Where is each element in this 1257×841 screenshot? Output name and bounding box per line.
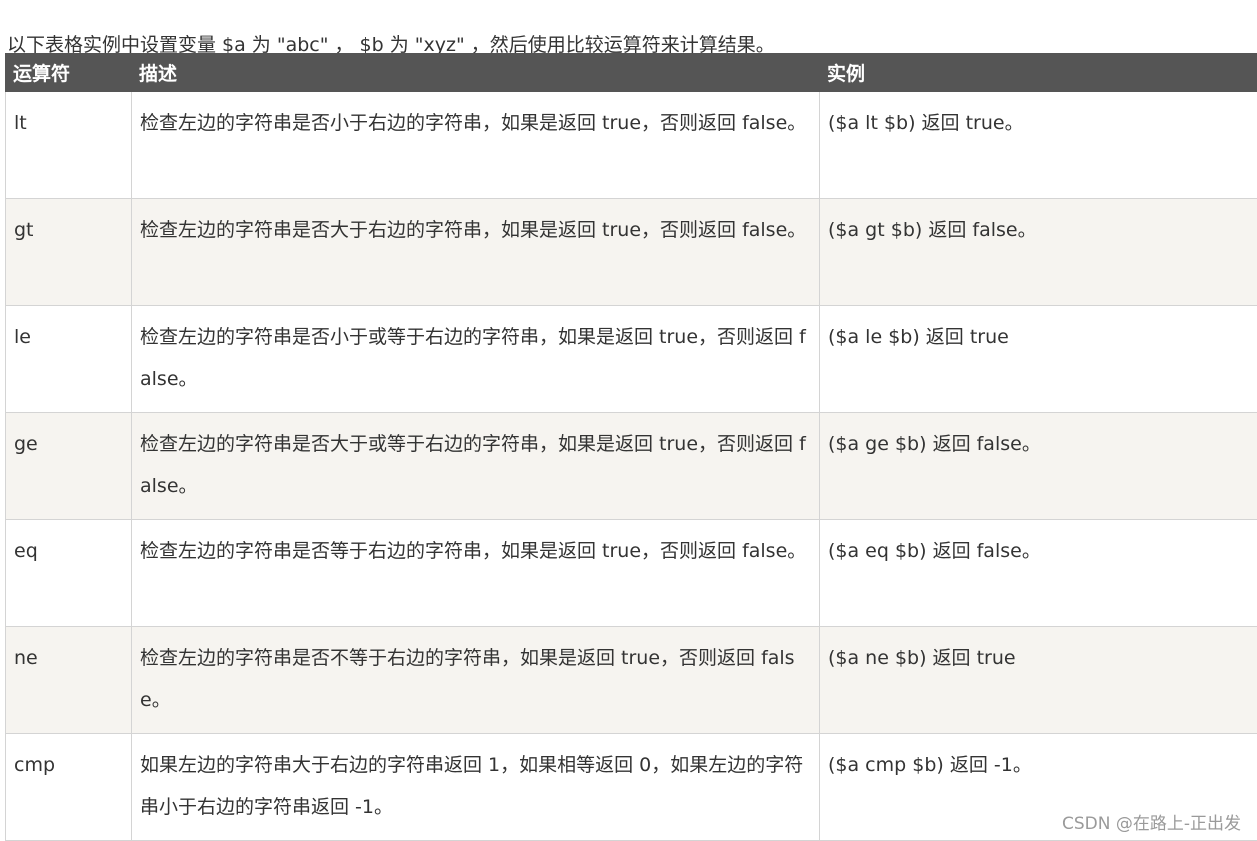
table-row: eq 检查左边的字符串是否等于右边的字符串，如果是返回 true，否则返回 fa…: [6, 520, 1257, 627]
comparison-operators-table: 运算符 描述 实例 lt 检查左边的字符串是否小于右边的字符串，如果是返回 tr…: [5, 53, 1257, 841]
example-cell: ($a eq $b) 返回 false。: [820, 520, 1257, 627]
description-cell: 检查左边的字符串是否大于右边的字符串，如果是返回 true，否则返回 false…: [132, 199, 820, 306]
operator-cell: lt: [6, 92, 132, 199]
operator-cell: ge: [6, 413, 132, 520]
table-row: le 检查左边的字符串是否小于或等于右边的字符串，如果是返回 true，否则返回…: [6, 306, 1257, 413]
header-operator: 运算符: [6, 54, 132, 92]
example-cell: ($a gt $b) 返回 false。: [820, 199, 1257, 306]
example-cell: ($a le $b) 返回 true: [820, 306, 1257, 413]
table-header-row: 运算符 描述 实例: [6, 54, 1257, 92]
description-cell: 检查左边的字符串是否不等于右边的字符串，如果是返回 true，否则返回 fals…: [132, 627, 820, 734]
description-cell: 如果左边的字符串大于右边的字符串返回 1，如果相等返回 0，如果左边的字符串小于…: [132, 734, 820, 841]
description-cell: 检查左边的字符串是否大于或等于右边的字符串，如果是返回 true，否则返回 fa…: [132, 413, 820, 520]
description-cell: 检查左边的字符串是否小于或等于右边的字符串，如果是返回 true，否则返回 fa…: [132, 306, 820, 413]
description-cell: 检查左边的字符串是否小于右边的字符串，如果是返回 true，否则返回 false…: [132, 92, 820, 199]
operator-cell: gt: [6, 199, 132, 306]
operator-cell: ne: [6, 627, 132, 734]
table-row: lt 检查左边的字符串是否小于右边的字符串，如果是返回 true，否则返回 fa…: [6, 92, 1257, 199]
example-cell: ($a ne $b) 返回 true: [820, 627, 1257, 734]
example-cell: ($a lt $b) 返回 true。: [820, 92, 1257, 199]
watermark: CSDN @在路上-正出发: [1062, 809, 1241, 834]
header-example: 实例: [820, 54, 1257, 92]
table-row: ge 检查左边的字符串是否大于或等于右边的字符串，如果是返回 true，否则返回…: [6, 413, 1257, 520]
operator-cell: le: [6, 306, 132, 413]
table-row: ne 检查左边的字符串是否不等于右边的字符串，如果是返回 true，否则返回 f…: [6, 627, 1257, 734]
operator-cell: eq: [6, 520, 132, 627]
description-cell: 检查左边的字符串是否等于右边的字符串，如果是返回 true，否则返回 false…: [132, 520, 820, 627]
header-description: 描述: [132, 54, 820, 92]
table-row: gt 检查左边的字符串是否大于右边的字符串，如果是返回 true，否则返回 fa…: [6, 199, 1257, 306]
example-cell: ($a ge $b) 返回 false。: [820, 413, 1257, 520]
operator-cell: cmp: [6, 734, 132, 841]
